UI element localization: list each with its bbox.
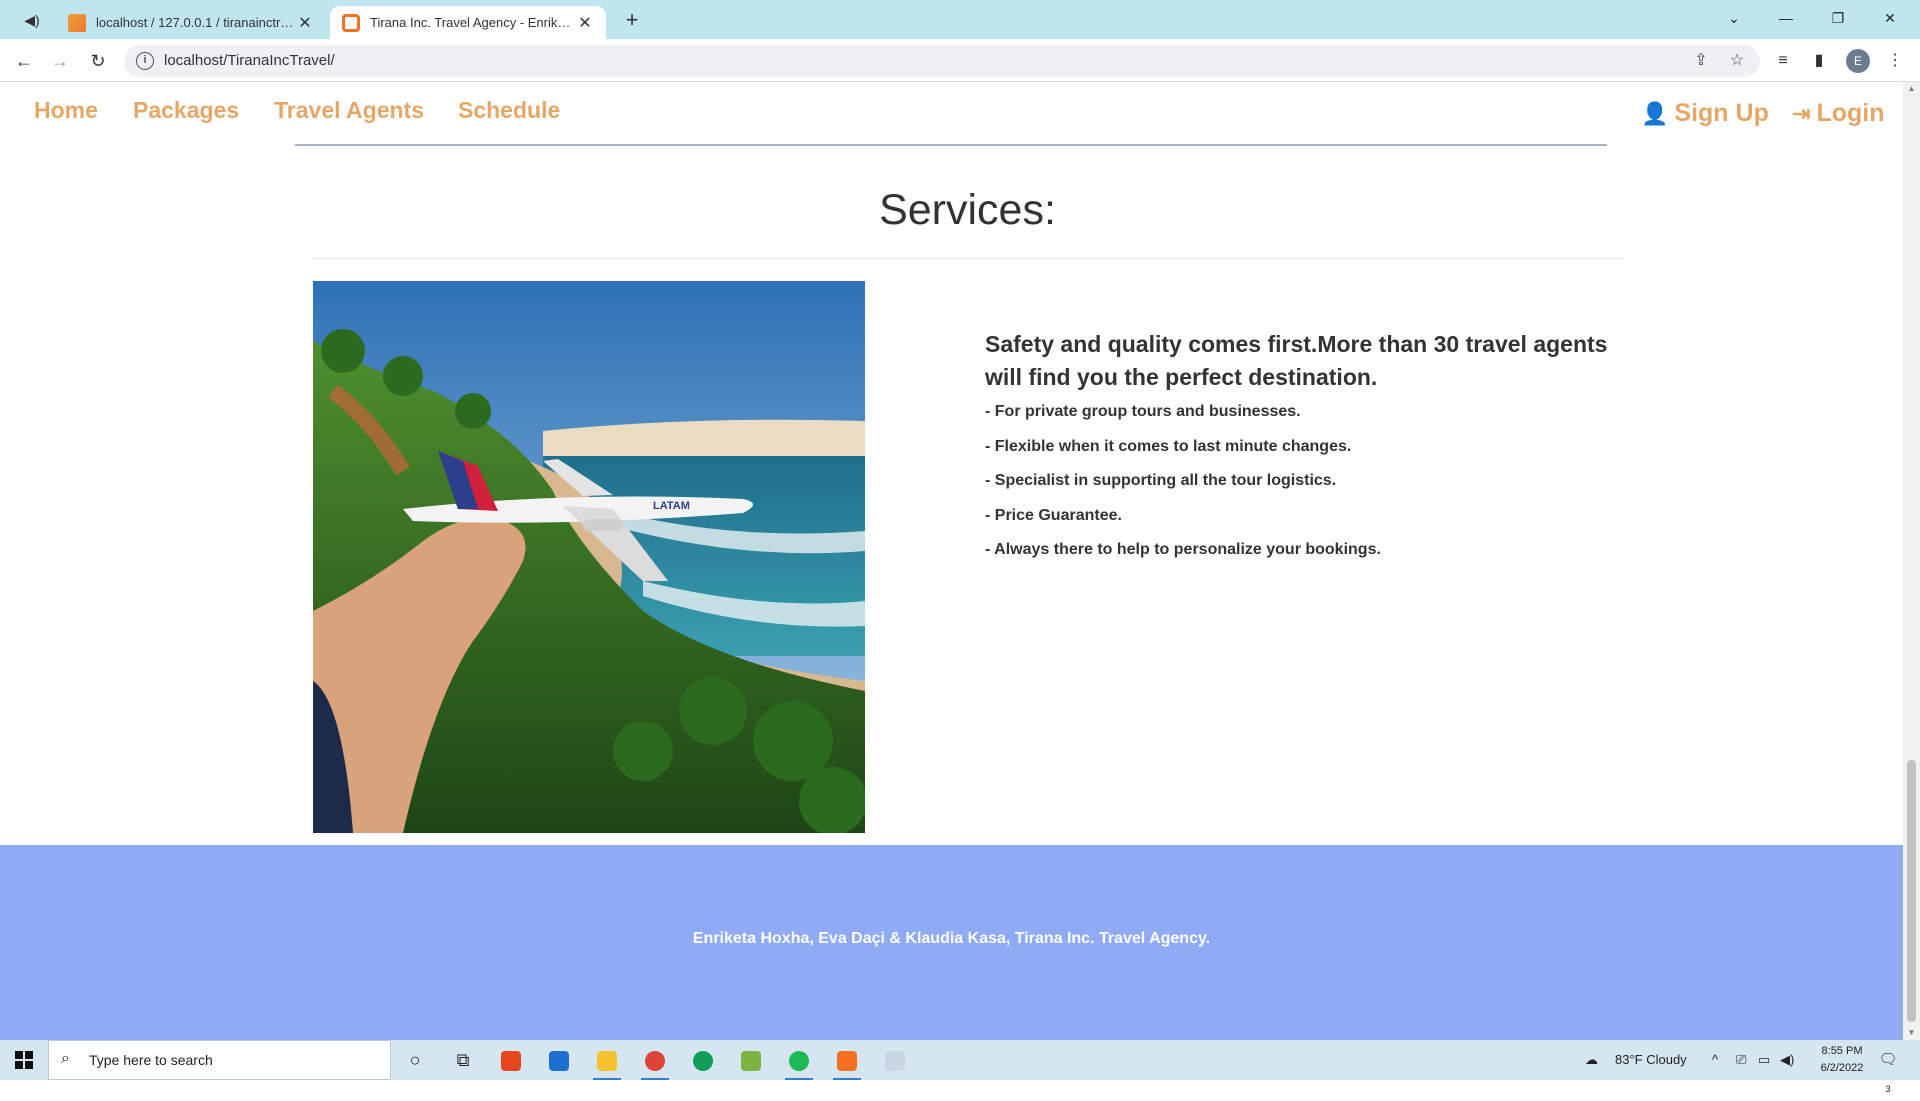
taskbar-clock[interactable]: 8:55 PM 6/2/2022 bbox=[1806, 1043, 1878, 1077]
windows-start-icon[interactable] bbox=[0, 1040, 48, 1080]
share-icon[interactable]: ⇪ bbox=[1690, 50, 1712, 72]
tab-close-icon[interactable]: ✕ bbox=[576, 13, 594, 33]
service-item: - For private group tours and businesses… bbox=[985, 403, 1301, 420]
network-icon[interactable]: ▭ bbox=[1758, 1040, 1770, 1080]
tab-audio-icon[interactable]: ◀) bbox=[18, 9, 46, 31]
new-tab-button[interactable]: + bbox=[618, 6, 646, 34]
search-placeholder: Type here to search bbox=[89, 1052, 213, 1068]
restore-button[interactable]: ❐ bbox=[1812, 0, 1864, 36]
user-icon: 👤 bbox=[1641, 101, 1669, 126]
page-scrollbar[interactable]: ▲ ▼ bbox=[1903, 82, 1920, 1040]
file-explorer-icon[interactable] bbox=[587, 1044, 627, 1080]
tab-title: Tirana Inc. Travel Agency - Enriketa Hox… bbox=[370, 15, 576, 30]
meet-now-icon[interactable]: ⎚ bbox=[1736, 1040, 1746, 1080]
clock-time: 8:55 PM bbox=[1821, 1045, 1863, 1057]
weather-text[interactable]: 83°F Cloudy bbox=[1615, 1040, 1687, 1080]
site-info-icon[interactable]: i bbox=[136, 52, 154, 70]
sign-up-label: Sign Up bbox=[1674, 99, 1769, 127]
task-view-icon[interactable]: ⧉ bbox=[443, 1044, 483, 1076]
address-bar[interactable]: i localhost/TiranaIncTravel/ ⇪ ☆ bbox=[124, 45, 1760, 77]
notification-center-icon[interactable]: 🗨3 bbox=[1876, 1048, 1900, 1094]
minimize-button[interactable]: — bbox=[1760, 0, 1812, 36]
service-item: - Price Guarantee. bbox=[985, 506, 1122, 524]
scrollbar-thumb[interactable] bbox=[1907, 760, 1916, 1022]
office-app-icon[interactable] bbox=[491, 1044, 531, 1076]
notepad-app-icon[interactable] bbox=[731, 1044, 771, 1076]
services-heading: Services: bbox=[879, 186, 1056, 234]
paint-app-icon[interactable] bbox=[875, 1044, 915, 1076]
site-navbar: Home Packages Travel Agents Schedule 👤 Si… bbox=[0, 82, 1903, 144]
login-link[interactable]: ⇥ Login bbox=[1792, 99, 1884, 128]
media-control-icon[interactable]: ≡ bbox=[1770, 48, 1796, 74]
close-window-button[interactable]: ✕ bbox=[1864, 0, 1916, 36]
windows-taskbar: ⌕ Type here to search ○ ⧉ ☁ 83°F Cloudy … bbox=[0, 1040, 1920, 1094]
scroll-down-arrow-icon[interactable]: ▼ bbox=[1903, 1026, 1920, 1040]
nav-schedule-link[interactable]: Schedule bbox=[458, 97, 560, 124]
url-text[interactable]: localhost/TiranaIncTravel/ bbox=[164, 52, 335, 69]
weather-cloud-icon[interactable]: ☁ bbox=[1585, 1040, 1598, 1080]
tab-title: localhost / 127.0.0.1 / tiranainctravel bbox=[96, 15, 296, 30]
search-icon: ⌕ bbox=[61, 1050, 70, 1067]
chrome-profile-app-icon[interactable] bbox=[683, 1044, 723, 1076]
nav-travel-agents-link[interactable]: Travel Agents bbox=[274, 97, 424, 124]
spotify-app-icon[interactable] bbox=[779, 1044, 819, 1080]
footer-credit: Enriketa Hoxha, Eva Daçi & Klaudia Kasa,… bbox=[692, 930, 1211, 947]
services-headline: Safety and quality comes first.More than… bbox=[985, 331, 1608, 390]
menu-kebab-icon[interactable]: ⋮ bbox=[1882, 48, 1908, 74]
tab-close-icon[interactable]: ✕ bbox=[296, 13, 314, 33]
latam-logo-text: LATAM bbox=[653, 500, 690, 512]
navbar-divider bbox=[295, 144, 1607, 146]
tab-phpmyadmin[interactable]: localhost / 127.0.0.1 / tiranainctravel … bbox=[56, 6, 326, 39]
sign-in-icon: ⇥ bbox=[1792, 101, 1811, 126]
tab-search-icon[interactable]: ⌄ bbox=[1708, 0, 1760, 36]
forward-arrow-icon[interactable]: → bbox=[46, 47, 74, 75]
login-label: Login bbox=[1816, 99, 1885, 127]
side-panel-icon[interactable]: ▮ bbox=[1806, 48, 1832, 74]
tray-chevron-icon[interactable]: ^ bbox=[1712, 1040, 1718, 1080]
services-description: Safety and quality comes first.More than… bbox=[985, 328, 1645, 575]
services-photo: LATAM bbox=[313, 281, 865, 833]
bookmark-star-icon[interactable]: ☆ bbox=[1726, 50, 1748, 72]
store-app-icon[interactable] bbox=[539, 1044, 579, 1076]
page-viewport: Home Packages Travel Agents Schedule 👤 Si… bbox=[0, 82, 1903, 1040]
clock-date: 6/2/2022 bbox=[1820, 1062, 1864, 1074]
nav-packages-link[interactable]: Packages bbox=[133, 97, 239, 124]
site-footer: Enriketa Hoxha, Eva Daçi & Klaudia Kasa,… bbox=[0, 845, 1903, 1040]
notification-count: 3 bbox=[1885, 1084, 1891, 1094]
reload-icon[interactable]: ↻ bbox=[84, 47, 112, 75]
services-divider bbox=[313, 258, 1623, 259]
scroll-up-arrow-icon[interactable]: ▲ bbox=[1903, 82, 1920, 96]
cortana-icon[interactable]: ○ bbox=[395, 1044, 435, 1076]
taskbar-search-input[interactable]: ⌕ Type here to search bbox=[48, 1040, 391, 1080]
chrome-app-icon[interactable] bbox=[635, 1044, 675, 1080]
xampp-favicon-icon bbox=[342, 13, 360, 32]
service-item: - Always there to help to personalize yo… bbox=[985, 541, 1381, 558]
phpmyadmin-favicon-icon bbox=[68, 13, 86, 32]
nav-home-link[interactable]: Home bbox=[34, 97, 98, 124]
back-arrow-icon[interactable]: ← bbox=[10, 47, 38, 75]
profile-avatar[interactable]: E bbox=[1846, 49, 1870, 73]
xampp-app-icon[interactable] bbox=[827, 1044, 867, 1080]
service-item: - Flexible when it comes to last minute … bbox=[985, 437, 1352, 455]
sign-up-link[interactable]: 👤 Sign Up bbox=[1641, 99, 1769, 128]
tab-tirana-travel[interactable]: Tirana Inc. Travel Agency - Enriketa Hox… bbox=[330, 6, 606, 39]
service-item: - Specialist in supporting all the tour … bbox=[985, 472, 1337, 489]
browser-tab-bar: ◀) localhost / 127.0.0.1 / tiranainctrav… bbox=[0, 0, 1920, 39]
browser-toolbar: ← → ↻ i localhost/TiranaIncTravel/ ⇪ ☆ ≡… bbox=[0, 39, 1920, 82]
volume-icon[interactable]: ◀) bbox=[1780, 1040, 1794, 1080]
